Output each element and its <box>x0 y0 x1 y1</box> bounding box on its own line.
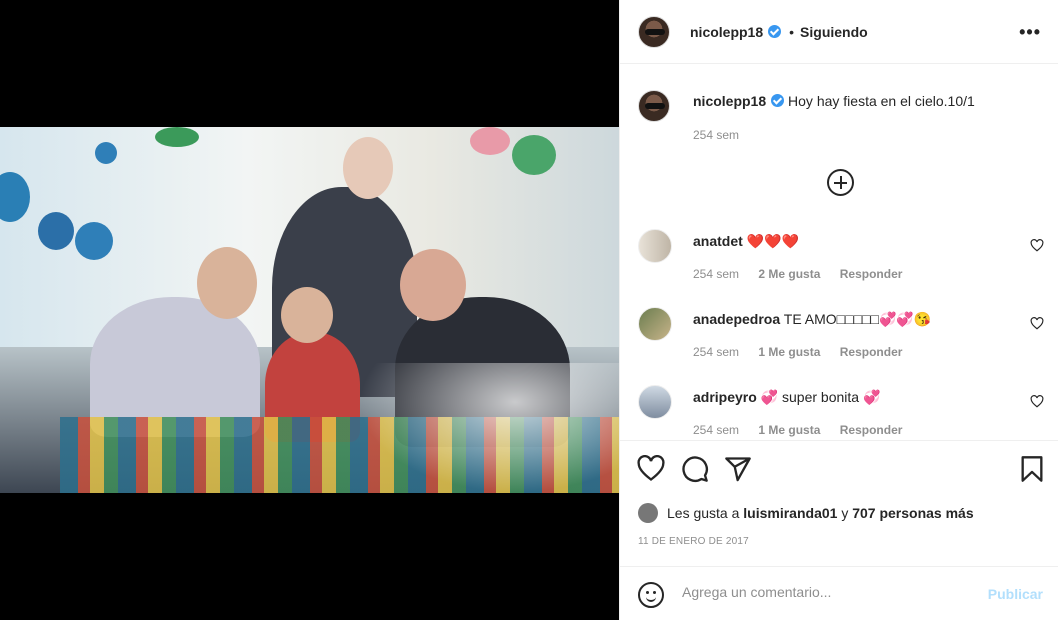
liker-username[interactable]: luismiranda01 <box>743 505 837 521</box>
post-media <box>0 0 619 620</box>
caption-username[interactable]: nicolepp18 <box>693 93 766 109</box>
comment-icon[interactable] <box>681 455 709 483</box>
separator-dot: • <box>789 23 795 40</box>
commenter-avatar[interactable] <box>638 385 672 419</box>
comment-likes[interactable]: 2 Me gusta <box>758 267 820 281</box>
like-comment-icon[interactable] <box>1030 239 1044 252</box>
comment-time[interactable]: 254 sem <box>693 267 739 281</box>
author-avatar[interactable] <box>638 15 670 48</box>
comment-item: anadepedroa TE AMO□□□□□💞💞😘 254 sem 1 Me … <box>638 307 1058 367</box>
comment-input[interactable] <box>682 584 962 600</box>
heart-icon[interactable] <box>637 455 665 483</box>
likes-summary[interactable]: Les gusta a luismiranda01 y 707 personas… <box>638 503 974 523</box>
comment-composer: Publicar <box>620 566 1058 620</box>
post-actions: Les gusta a luismiranda01 y 707 personas… <box>620 440 1058 565</box>
comment-likes[interactable]: 1 Me gusta <box>758 423 820 437</box>
bookmark-icon[interactable] <box>1018 455 1046 483</box>
post-date[interactable]: 11 DE ENERO DE 2017 <box>638 536 749 547</box>
comment-item: anatdet ❤️❤️❤️ 254 sem 2 Me gusta Respon… <box>638 229 1058 289</box>
author-username[interactable]: nicolepp18 <box>690 24 763 40</box>
like-comment-icon[interactable] <box>1030 317 1044 330</box>
caption-text: Hoy hay fiesta en el cielo.10/1 <box>788 93 975 109</box>
comment-text: 💞 super bonita 💞 <box>760 389 881 405</box>
comment-item: adripeyro 💞 super bonita 💞 254 sem 1 Me … <box>638 385 1058 439</box>
comment-username[interactable]: adripeyro <box>693 389 757 405</box>
publish-button[interactable]: Publicar <box>988 586 1043 602</box>
liker-avatar[interactable] <box>638 503 658 523</box>
comment-time[interactable]: 254 sem <box>693 345 739 359</box>
likes-prefix: Les gusta a <box>667 505 740 521</box>
comment-text: TE AMO□□□□□💞💞😘 <box>783 311 932 327</box>
comment-likes[interactable]: 1 Me gusta <box>758 345 820 359</box>
post-photo[interactable] <box>0 127 619 493</box>
caption-avatar[interactable] <box>638 90 670 122</box>
post-header: nicolepp18 • Siguiendo ••• <box>620 0 1058 64</box>
verified-icon <box>768 25 782 38</box>
comment-username[interactable]: anadepedroa <box>693 311 780 327</box>
post-modal: nicolepp18 • Siguiendo ••• nicolepp18 Ho… <box>0 0 1058 620</box>
emoji-icon[interactable] <box>638 582 664 608</box>
comments-section[interactable]: nicolepp18 Hoy hay fiesta en el cielo.10… <box>620 65 1058 439</box>
plus-circle-icon[interactable] <box>827 169 854 196</box>
post-side-panel: nicolepp18 • Siguiendo ••• nicolepp18 Ho… <box>619 0 1058 620</box>
following-button[interactable]: Siguiendo <box>800 24 868 40</box>
commenter-avatar[interactable] <box>638 229 672 263</box>
verified-icon <box>771 94 785 107</box>
more-options-icon[interactable]: ••• <box>1019 22 1041 43</box>
comment-time[interactable]: 254 sem <box>693 423 739 437</box>
comment-text: ❤️❤️❤️ <box>746 233 799 249</box>
reply-button[interactable]: Responder <box>840 345 903 359</box>
paper-plane-icon[interactable] <box>724 455 752 483</box>
likes-conjunction: y <box>841 505 849 521</box>
commenter-avatar[interactable] <box>638 307 672 341</box>
likes-count[interactable]: 707 personas más <box>852 505 973 521</box>
comment-username[interactable]: anatdet <box>693 233 743 249</box>
reply-button[interactable]: Responder <box>840 267 903 281</box>
reply-button[interactable]: Responder <box>840 423 903 437</box>
like-comment-icon[interactable] <box>1030 395 1044 408</box>
caption-time[interactable]: 254 sem <box>693 128 739 142</box>
